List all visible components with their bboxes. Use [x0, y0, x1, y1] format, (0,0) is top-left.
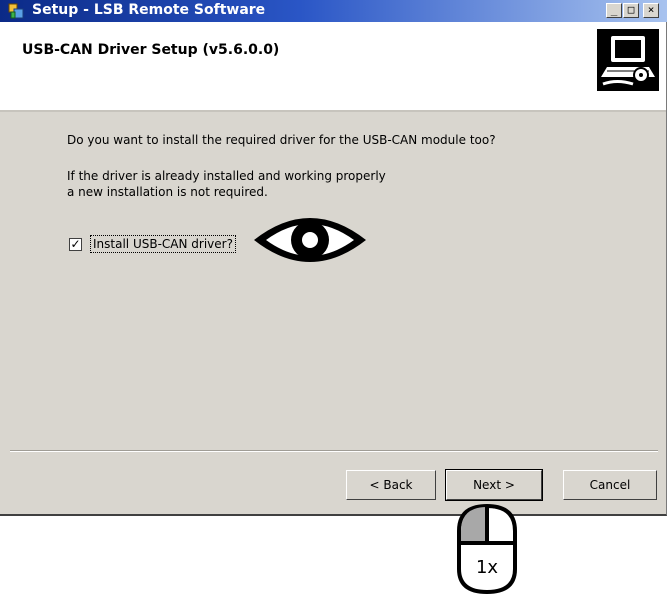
- window-title: Setup - LSB Remote Software: [32, 2, 266, 18]
- install-question: Do you want to install the required driv…: [67, 133, 496, 147]
- check-mark-icon: ✓: [70, 237, 81, 251]
- info-line-2: a new installation is not required.: [67, 185, 268, 199]
- computer-setup-icon: [597, 29, 659, 91]
- wizard-header: USB-CAN Driver Setup (v5.6.0.0): [0, 22, 666, 112]
- eye-icon: [254, 218, 366, 262]
- back-button[interactable]: < Back: [346, 470, 436, 500]
- mouse-left-click-icon: 1x: [455, 503, 519, 595]
- maximize-icon: □: [627, 3, 635, 16]
- setup-window: Setup - LSB Remote Software _ □ × USB-CA…: [0, 0, 667, 516]
- close-icon: ×: [647, 3, 655, 16]
- cancel-button[interactable]: Cancel: [563, 470, 657, 500]
- page-title: USB-CAN Driver Setup (v5.6.0.0): [22, 42, 280, 58]
- setup-app-icon: [8, 3, 24, 19]
- install-driver-checkbox-label[interactable]: Install USB-CAN driver?: [90, 235, 236, 253]
- button-separator: [10, 450, 658, 452]
- title-bar[interactable]: Setup - LSB Remote Software _ □ ×: [0, 0, 667, 22]
- close-button[interactable]: ×: [643, 3, 659, 18]
- minimize-button[interactable]: _: [606, 3, 622, 18]
- maximize-button[interactable]: □: [623, 3, 639, 18]
- install-driver-checkbox[interactable]: ✓: [69, 238, 82, 251]
- click-count-label: 1x: [475, 557, 499, 578]
- minimize-icon: _: [610, 3, 618, 16]
- next-button[interactable]: Next >: [445, 469, 543, 501]
- info-line-1: If the driver is already installed and w…: [67, 169, 386, 183]
